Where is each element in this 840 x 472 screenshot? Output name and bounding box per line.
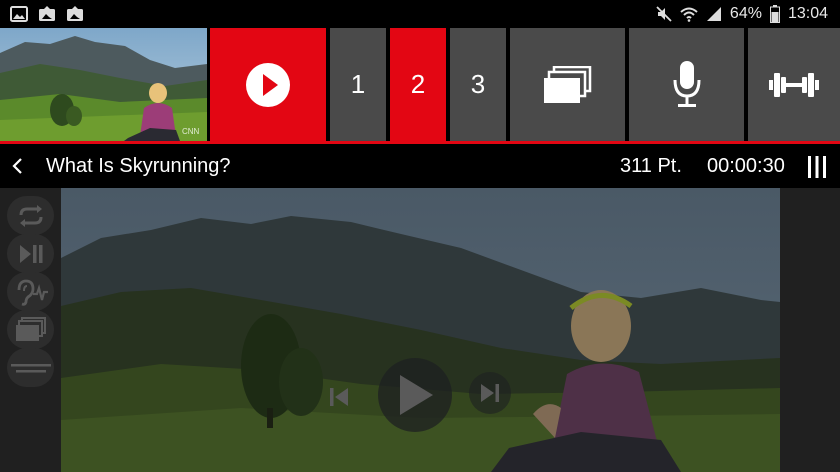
page-tab-2[interactable]: 2 <box>390 28 446 141</box>
skip-previous-button[interactable] <box>320 378 358 416</box>
skip-next-icon <box>481 384 499 402</box>
play-pause-button[interactable] <box>7 234 54 273</box>
listen-icon <box>17 279 48 306</box>
photo-upload-icon <box>67 6 83 21</box>
wifi-icon <box>680 7 698 22</box>
skip-previous-icon <box>330 388 348 406</box>
stacked-cards-icon <box>15 316 46 341</box>
page-tab-label: 2 <box>410 69 426 99</box>
lesson-title: What Is Skyrunning? <box>46 155 231 177</box>
dumbbell-icon <box>769 72 819 97</box>
svg-text:CNN: CNN <box>182 127 200 136</box>
listen-button[interactable] <box>7 272 54 311</box>
page-tab-label: 3 <box>470 69 486 99</box>
points-counter: 311 Pt. <box>620 155 682 177</box>
battery-percent: 64% <box>729 5 762 22</box>
workout-button[interactable] <box>748 28 840 141</box>
cards-button[interactable] <box>7 310 54 349</box>
right-panel <box>780 188 840 472</box>
status-bar: 64% 13:04 <box>0 0 840 30</box>
subtitles-button[interactable] <box>7 348 54 387</box>
page-tab-1[interactable]: 1 <box>330 28 386 141</box>
player-sidebar <box>0 188 61 472</box>
speaking-button[interactable] <box>629 28 744 141</box>
signal-icon <box>706 7 721 21</box>
video-player[interactable] <box>61 188 780 472</box>
photo-upload-icon <box>39 6 55 21</box>
image-icon <box>10 6 28 22</box>
battery-icon <box>769 5 780 23</box>
page-tab-label: 1 <box>350 69 366 99</box>
play-button[interactable] <box>378 358 452 432</box>
menu-bars-icon[interactable] <box>806 154 828 180</box>
play-pause-icon <box>19 244 42 263</box>
microphone-icon <box>673 60 700 107</box>
play-lesson-button[interactable] <box>210 28 326 141</box>
subtitles-icon <box>10 363 51 372</box>
clock: 13:04 <box>787 5 828 22</box>
lesson-timer: 00:00:30 <box>707 155 785 177</box>
repeat-button[interactable] <box>7 196 54 235</box>
video-thumbnail[interactable]: CNN <box>0 28 207 141</box>
thumbnail-image: CNN <box>0 28 207 141</box>
notification-icons <box>10 6 84 22</box>
title-bar: What Is Skyrunning? 311 Pt. 00:00:30 <box>0 144 840 188</box>
play-circle-icon <box>246 62 290 107</box>
back-chevron-icon[interactable] <box>6 152 32 180</box>
page-tab-3[interactable]: 3 <box>450 28 506 141</box>
skip-next-button[interactable] <box>469 372 511 414</box>
flashcards-button[interactable] <box>510 28 625 141</box>
lesson-toolbar: CNN 1 2 3 <box>0 28 840 144</box>
play-icon <box>400 375 433 415</box>
stacked-cards-icon <box>543 65 591 103</box>
mute-icon <box>656 6 672 22</box>
repeat-icon <box>19 204 42 227</box>
